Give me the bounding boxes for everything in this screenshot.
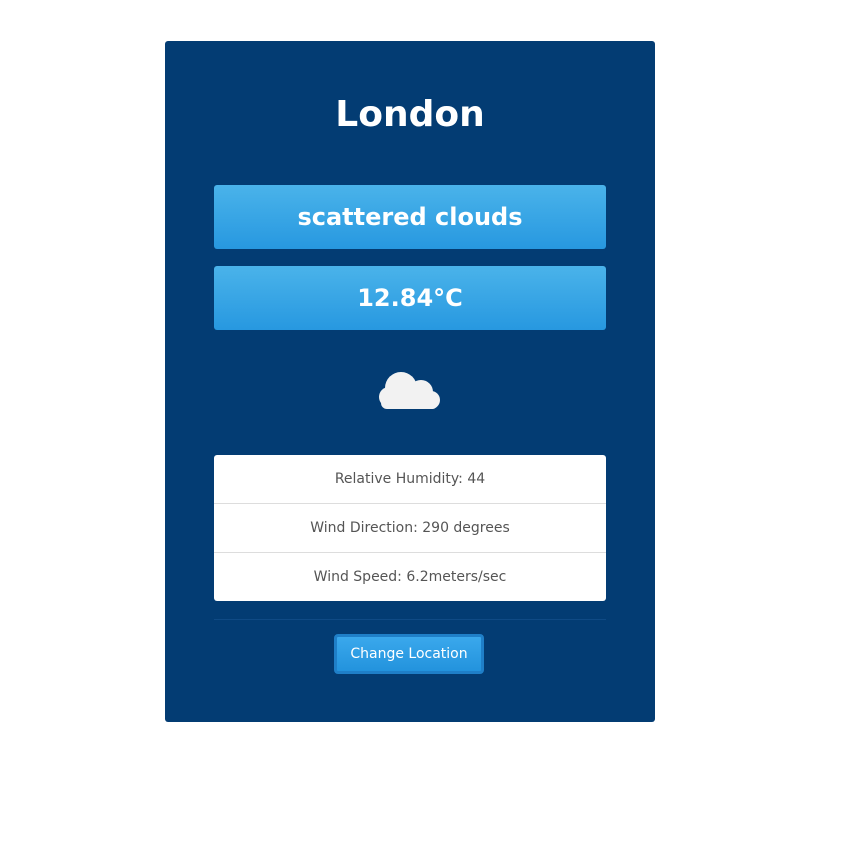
weather-description: scattered clouds: [214, 185, 606, 249]
divider: [214, 619, 606, 620]
city-title: London: [335, 94, 485, 135]
humidity-item: Relative Humidity: 44: [334, 471, 486, 487]
cloud-icon: [377, 366, 443, 412]
wind-direction-item: Wind Direction: 290 degrees: [214, 503, 606, 552]
temperature-display: 12.84°C: [214, 266, 606, 330]
weather-card: London scattered clouds 12.84°C Relative…: [165, 41, 655, 722]
change-location-button[interactable]: Change Location: [334, 634, 484, 674]
weather-details-list: Relative Humidity: 44 Wind Direction: 29…: [214, 455, 606, 601]
wind-speed-item: Wind Speed: 6.2meters/sec: [214, 552, 606, 601]
